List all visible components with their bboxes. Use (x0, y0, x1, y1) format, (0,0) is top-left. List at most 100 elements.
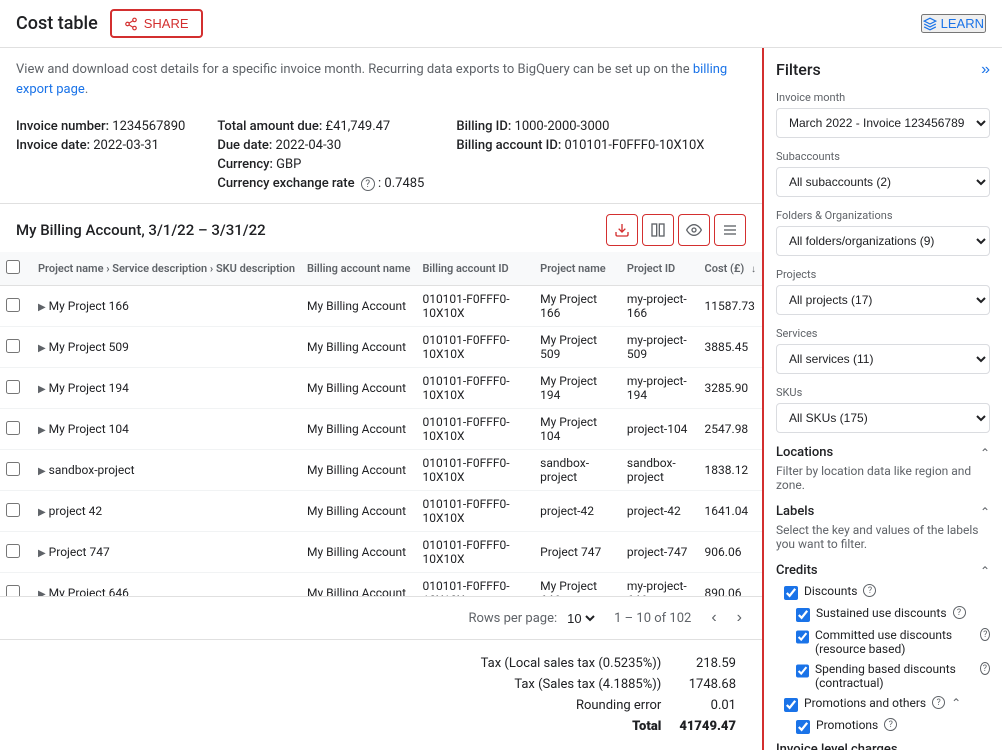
credits-header: Credits ⌃ (776, 563, 990, 578)
row-checkbox[interactable] (6, 380, 20, 394)
sidebar-collapse-button[interactable]: » (981, 61, 990, 79)
row-expand-arrow[interactable]: ▶ (38, 589, 46, 596)
discounts-help-icon[interactable]: ? (863, 584, 876, 597)
th-project-id[interactable]: Project ID (621, 252, 699, 286)
row-checkbox-cell[interactable] (0, 491, 32, 532)
labels-toggle[interactable]: Labels ⌃ (776, 504, 990, 519)
subaccounts-label: Subaccounts (776, 150, 990, 163)
row-checkbox[interactable] (6, 462, 20, 476)
services-select[interactable]: All services (11) (776, 344, 990, 374)
row-checkbox[interactable] (6, 585, 20, 597)
row-project-desc: ▶ My Project 509 (32, 327, 301, 368)
promotions-chevron[interactable]: ⌃ (951, 696, 961, 710)
skus-select[interactable]: All SKUs (175) (776, 403, 990, 433)
subaccounts-select[interactable]: All subaccounts (2) (776, 167, 990, 197)
row-expand-arrow[interactable]: ▶ (38, 384, 46, 395)
labels-filter: Labels ⌃ Select the key and values of th… (776, 504, 990, 551)
next-page-button[interactable]: › (733, 607, 746, 629)
billing-id-value: 1000-2000-3000 (515, 119, 610, 134)
exchange-value: : 0.7485 (378, 176, 424, 191)
credits-title: Credits (776, 563, 818, 578)
row-billing-id: 010101-F0FFF0-10X10X (416, 286, 534, 327)
locations-desc: Filter by location data like region and … (776, 464, 990, 492)
promotions-sub-checkbox[interactable] (796, 720, 810, 734)
projects-label: Projects (776, 268, 990, 281)
promotions-sub-help-icon[interactable]: ? (884, 718, 897, 731)
prev-page-button[interactable]: ‹ (707, 607, 720, 629)
projects-filter: Projects All projects (17) (776, 268, 990, 315)
locations-filter: Locations ⌃ Filter by location data like… (776, 445, 990, 492)
committed-help-icon[interactable]: ? (980, 628, 990, 641)
th-project-desc[interactable]: Project name › Service description › SKU… (32, 252, 301, 286)
row-project-id: my-project-646 (621, 573, 699, 597)
row-expand-arrow[interactable]: ▶ (38, 425, 46, 436)
th-cost[interactable]: Cost (£) ↓ (699, 252, 762, 286)
billing-account-label: Billing account ID: (456, 138, 561, 153)
invoice-month-select[interactable]: March 2022 - Invoice 1234567890 (776, 108, 990, 138)
row-expand-arrow[interactable]: ▶ (38, 343, 46, 354)
view-toggle-button[interactable] (678, 214, 710, 246)
folders-select[interactable]: All folders/organizations (9) (776, 226, 990, 256)
columns-button[interactable] (642, 214, 674, 246)
total-label: Total amount due: (217, 119, 322, 134)
subaccounts-filter: Subaccounts All subaccounts (2) (776, 150, 990, 197)
learn-label: LEARN (941, 16, 984, 31)
projects-select[interactable]: All projects (17) (776, 285, 990, 315)
spending-checkbox[interactable] (796, 664, 809, 678)
filters-title: Filters (776, 60, 821, 79)
committed-checkbox[interactable] (796, 630, 809, 644)
row-project-name: Project 747 (534, 532, 621, 573)
row-checkbox[interactable] (6, 544, 20, 558)
th-checkbox[interactable] (0, 252, 32, 286)
sustained-checkbox[interactable] (796, 608, 810, 622)
row-expand-arrow[interactable]: ▶ (38, 466, 46, 477)
row-checkbox-cell[interactable] (0, 450, 32, 491)
row-billing-account: My Billing Account (301, 491, 416, 532)
discounts-checkbox[interactable] (784, 586, 798, 600)
credits-chevron[interactable]: ⌃ (980, 564, 990, 578)
header: Cost table SHARE LEARN (0, 0, 1002, 48)
rows-select-dropdown[interactable]: 10 25 50 (563, 610, 598, 627)
exchange-help-icon[interactable]: ? (361, 177, 375, 191)
labels-label: Labels (776, 504, 814, 519)
row-checkbox-cell[interactable] (0, 573, 32, 597)
table-row: ▶ sandbox-project My Billing Account 010… (0, 450, 762, 491)
row-checkbox[interactable] (6, 339, 20, 353)
th-billing-account[interactable]: Billing account name (301, 252, 416, 286)
currency-value: GBP (276, 157, 301, 172)
download-button[interactable] (606, 214, 638, 246)
group-button[interactable] (714, 214, 746, 246)
th-project-name[interactable]: Project name (534, 252, 621, 286)
row-checkbox-cell[interactable] (0, 286, 32, 327)
sustained-help-icon[interactable]: ? (953, 606, 966, 619)
promotions-help-icon[interactable]: ? (932, 696, 945, 709)
spending-label: Spending based discounts (contractual) (815, 662, 974, 690)
row-checkbox-cell[interactable] (0, 409, 32, 450)
row-checkbox[interactable] (6, 503, 20, 517)
locations-toggle[interactable]: Locations ⌃ (776, 445, 990, 460)
table-row: ▶ My Project 166 My Billing Account 0101… (0, 286, 762, 327)
col-project-desc: Project name › Service description › SKU… (38, 262, 295, 275)
row-billing-account: My Billing Account (301, 450, 416, 491)
row-checkbox[interactable] (6, 298, 20, 312)
row-expand-arrow[interactable]: ▶ (38, 548, 46, 559)
exchange-label: Currency exchange rate (217, 176, 354, 191)
row-billing-id: 010101-F0FFF0-10X10X (416, 532, 534, 573)
select-all-checkbox[interactable] (6, 260, 20, 274)
row-expand-arrow[interactable]: ▶ (38, 507, 46, 518)
spending-help-icon[interactable]: ? (980, 662, 990, 675)
total-value: £41,749.47 (326, 119, 391, 134)
share-button[interactable]: SHARE (110, 9, 203, 38)
row-expand-arrow[interactable]: ▶ (38, 302, 46, 313)
invoice-charges-section: Invoice level charges Tax (776, 742, 990, 750)
promotions-checkbox[interactable] (784, 698, 798, 712)
learn-button[interactable]: LEARN (921, 14, 986, 33)
row-checkbox-cell[interactable] (0, 532, 32, 573)
row-checkbox[interactable] (6, 421, 20, 435)
th-billing-id[interactable]: Billing account ID (416, 252, 534, 286)
row-checkbox-cell[interactable] (0, 327, 32, 368)
row-cost: 890.06 (699, 573, 762, 597)
exchange-rate-row: Currency exchange rate ? : 0.7485 (217, 176, 424, 191)
row-checkbox-cell[interactable] (0, 368, 32, 409)
footer-totals: Tax (Local sales tax (0.5235%)) 218.59 T… (0, 639, 762, 750)
